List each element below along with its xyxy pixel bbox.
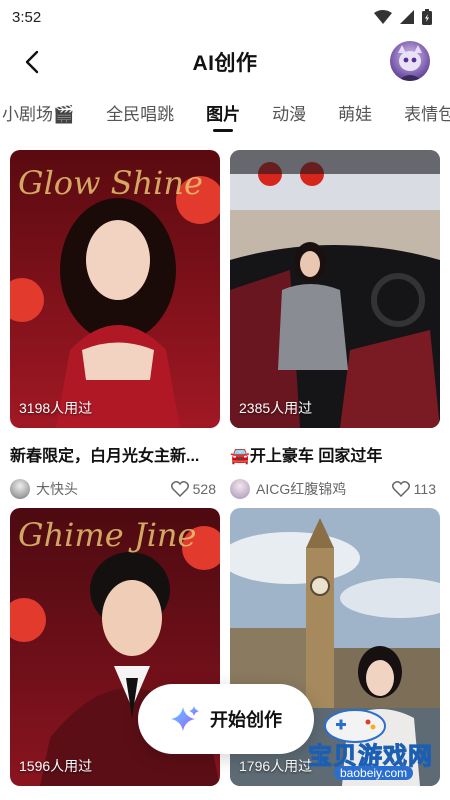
tab-images[interactable]: 图片 [190,98,256,134]
author-avatar [10,479,30,499]
card-thumbnail[interactable]: Glow Shine 3198人用过 [10,150,220,428]
header: AI创作 [0,38,450,86]
card-thumbnail[interactable]: 2385人用过 [230,150,440,428]
author-name: 大快头 [36,481,78,497]
author-name: AICG红腹锦鸡 [256,481,347,497]
card-meta: AICG红腹锦鸡 113 [230,478,440,500]
wifi-icon [374,10,392,24]
author-avatar [230,479,250,499]
watermark-url: baobeiy.com [334,766,414,780]
like-button[interactable]: 113 [391,481,436,497]
tab-babies[interactable]: 萌娃 [322,98,388,134]
card-overlay-text: Glow Shine [18,164,203,202]
avatar-image [398,45,422,81]
start-creating-label: 开始创作 [210,710,282,730]
status-time: 3:52 [12,8,42,26]
status-bar: 3:52 [0,0,450,34]
usage-count: 3198人用过 [19,400,93,416]
chevron-left-icon [25,50,39,74]
card-title: 新春限定，白月光女主新... [10,448,200,465]
usage-count: 1596人用过 [19,758,93,774]
battery-icon [422,9,432,25]
tab-stickers[interactable]: 表情包 [388,98,450,134]
sparkle-icon [171,706,199,731]
signal-icon [400,10,414,24]
tab-mini-drama[interactable]: 小剧场🎬 [0,98,90,134]
heart-icon [170,481,189,497]
start-creating-button[interactable]: 开始创作 [138,684,314,754]
card-title: 🚘开上豪车 回家过年 [230,448,383,465]
page-title: AI创作 [192,52,258,75]
usage-count: 2385人用过 [239,400,313,416]
site-watermark: 宝贝游戏网 baobeiy.com [296,704,446,782]
like-count: 113 [413,481,436,497]
category-tabs: 小剧场🎬 全民唱跳 图片 动漫 萌娃 表情包 [0,98,450,134]
card-overlay-text: Ghime Jine [18,516,197,554]
template-card[interactable]: 2385人用过 🚘开上豪车 回家过年 AICG红腹锦鸡 113 [230,150,440,500]
template-card[interactable]: Glow Shine 3198人用过 新春限定，白月光女主新... 大快头 52… [10,150,220,500]
heart-icon [391,481,410,497]
card-image [230,150,440,428]
avatar[interactable] [390,41,430,81]
card-meta: 大快头 528 [10,478,220,500]
tab-anime[interactable]: 动漫 [256,98,322,134]
like-count: 528 [192,481,216,497]
back-button[interactable] [16,46,48,78]
tab-sing-dance[interactable]: 全民唱跳 [90,98,190,134]
status-icons [374,9,432,25]
like-button[interactable]: 528 [170,481,216,497]
